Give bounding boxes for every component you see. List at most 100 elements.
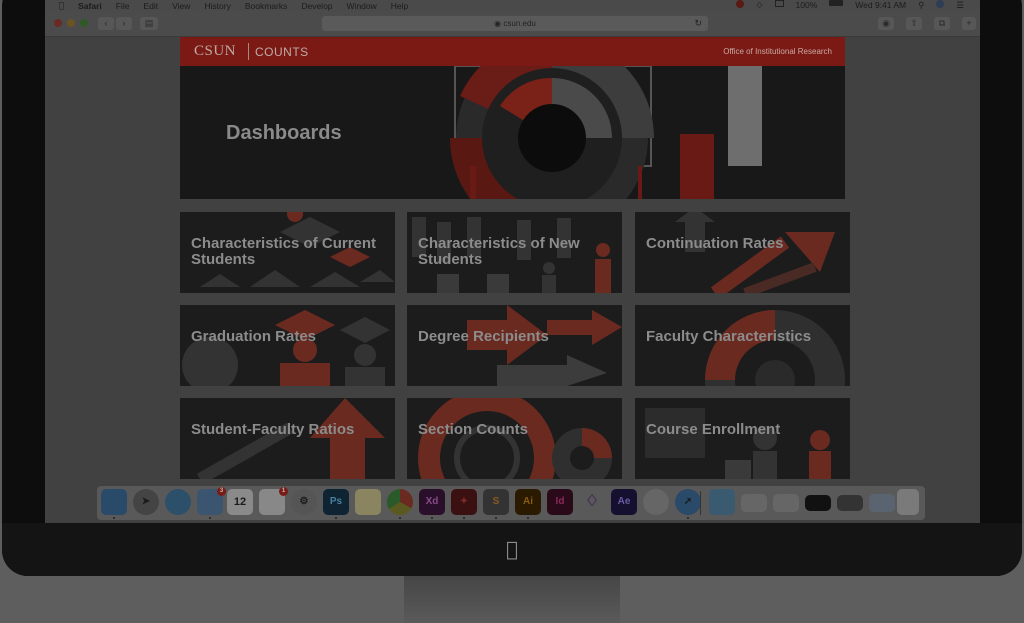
zoom-window-button[interactable]	[80, 19, 88, 27]
new-tab-button[interactable]: +	[962, 17, 976, 30]
csun-counts-site: CSUN COUNTS Office of Institutional Rese…	[180, 37, 850, 523]
tile-label: Continuation Rates	[646, 235, 784, 252]
notes-icon[interactable]	[355, 489, 381, 515]
running-indicator	[113, 517, 115, 519]
web-page: CSUN COUNTS Office of Institutional Rese…	[45, 37, 980, 523]
battery-percent: 100%	[795, 0, 818, 10]
hero-banner: Dashboards	[180, 66, 845, 199]
minimized-window-1[interactable]	[741, 494, 767, 512]
menu-develop[interactable]: Develop	[301, 1, 332, 11]
creative-cloud-icon[interactable]	[736, 0, 745, 8]
apple-menu-icon[interactable]: 	[59, 1, 64, 11]
tile-continuation-rates[interactable]: Continuation Rates	[635, 212, 850, 293]
tile-label: Section Counts	[418, 421, 529, 438]
finder-icon[interactable]	[101, 489, 127, 515]
running-indicator	[209, 517, 211, 519]
tile-course-enrollment[interactable]: Course Enrollment	[635, 398, 850, 479]
acrobat-icon[interactable]: ✦	[451, 489, 477, 515]
calendar-icon[interactable]: 12	[227, 489, 253, 515]
menu-edit[interactable]: Edit	[143, 1, 158, 11]
rings-graphic	[418, 398, 612, 479]
forward-button[interactable]: ›	[116, 17, 132, 30]
notification-center-icon[interactable]: ☰	[956, 0, 964, 11]
running-indicator	[495, 517, 497, 519]
up-arrow-graphic	[197, 398, 385, 479]
tile-label: Student-Faculty Ratios	[191, 421, 355, 438]
menu-help[interactable]: Help	[391, 1, 408, 11]
status-area: ◇ 100% Wed 9:41 AM ⚲ ☰	[736, 0, 980, 11]
tile-graduation-rates[interactable]: Graduation Rates	[180, 305, 395, 386]
minimized-window-3[interactable]	[805, 495, 831, 511]
trash-icon[interactable]	[897, 489, 919, 515]
screen:  Safari File Edit View History Bookmark…	[45, 0, 980, 523]
clock[interactable]: Wed 9:41 AM	[855, 0, 906, 11]
running-indicator	[527, 517, 529, 519]
adobe-xd-icon[interactable]: Xd	[419, 489, 445, 515]
spotlight-icon[interactable]: ⚲	[918, 0, 924, 11]
system-preferences-icon[interactable]: ⚙	[291, 489, 317, 515]
classroom-graphic	[645, 408, 831, 479]
photoshop-icon[interactable]: Ps	[323, 489, 349, 515]
tile-current-students[interactable]: Characteristics of Current Students	[180, 212, 395, 293]
monitor-stand	[404, 572, 620, 623]
tile-degree-recipients[interactable]: Degree Recipients	[407, 305, 622, 386]
chrome-icon[interactable]	[387, 489, 413, 515]
tile-new-students[interactable]: Characteristics of New Students	[407, 212, 622, 293]
share-button[interactable]: ⇧	[906, 17, 922, 30]
page-title: Dashboards	[226, 122, 342, 144]
running-indicator	[335, 517, 337, 519]
tile-faculty-characteristics[interactable]: Faculty Characteristics	[635, 305, 850, 386]
wifi-icon[interactable]: ◇	[756, 0, 762, 11]
tile-section-counts[interactable]: Section Counts	[407, 398, 622, 479]
address-bar[interactable]: ◉ csun.edu ↻	[322, 16, 708, 31]
downloads-button[interactable]: ◉	[878, 17, 894, 30]
back-button[interactable]: ‹	[98, 17, 114, 30]
reminders-badge: 1	[279, 487, 288, 496]
messages-icon[interactable]	[165, 489, 191, 515]
apple-logo-icon: 	[502, 538, 522, 560]
tabs-button[interactable]: ⧉	[934, 17, 950, 30]
safari-icon[interactable]: ➚	[675, 489, 701, 515]
menu-app-name[interactable]: Safari	[78, 1, 102, 11]
tile-student-faculty-ratios[interactable]: Student-Faculty Ratios	[180, 398, 395, 479]
sequel-pro-icon[interactable]	[643, 489, 669, 515]
menu-bookmarks[interactable]: Bookmarks	[245, 1, 288, 11]
display-icon[interactable]	[774, 0, 784, 7]
office-link[interactable]: Office of Institutional Research	[723, 47, 832, 56]
menu-view[interactable]: View	[172, 1, 190, 11]
arrows-right-graphic	[467, 305, 622, 386]
browser-toolbar: ‹ › ▤ ◉ csun.edu ↻ ◉ ⇧ ⧉ +	[45, 11, 980, 37]
github-icon[interactable]: ♢	[579, 489, 605, 515]
mail-icon[interactable]: 3	[197, 487, 226, 515]
indesign-icon[interactable]: Id	[547, 489, 573, 515]
tile-label: Course Enrollment	[646, 421, 781, 438]
minimize-window-button[interactable]	[67, 19, 75, 27]
battery-icon[interactable]	[829, 0, 844, 6]
counts-logo-text[interactable]: COUNTS	[255, 45, 309, 59]
close-window-button[interactable]	[54, 19, 62, 27]
tile-label: Degree Recipients	[418, 328, 549, 345]
illustrator-icon[interactable]: Ai	[515, 489, 541, 515]
menu-bar:  Safari File Edit View History Bookmark…	[45, 0, 980, 11]
sidebar-button[interactable]: ▤	[140, 17, 158, 30]
minimized-window-2[interactable]	[773, 494, 799, 512]
siri-icon[interactable]	[936, 0, 945, 8]
sublime-text-icon[interactable]: S	[483, 489, 509, 515]
tile-label: Faculty Characteristics	[646, 328, 812, 345]
donut-graphic	[705, 310, 845, 386]
menu-window[interactable]: Window	[347, 1, 377, 11]
dock-separator	[700, 491, 701, 515]
menu-file[interactable]: File	[116, 1, 130, 11]
folder-stack-icon[interactable]	[709, 489, 735, 515]
minimized-window-5[interactable]	[869, 494, 895, 512]
tile-label: Graduation Rates	[191, 328, 317, 345]
launchpad-icon[interactable]: ➤	[133, 489, 159, 515]
logo-divider	[248, 43, 249, 60]
after-effects-icon[interactable]: Ae	[611, 489, 637, 515]
reload-icon[interactable]: ↻	[694, 16, 702, 31]
menu-history[interactable]: History	[204, 1, 230, 11]
reminders-icon[interactable]: 1	[259, 487, 288, 515]
running-indicator	[431, 517, 433, 519]
csun-logo[interactable]: CSUN	[194, 43, 236, 60]
minimized-window-4[interactable]	[837, 495, 863, 511]
